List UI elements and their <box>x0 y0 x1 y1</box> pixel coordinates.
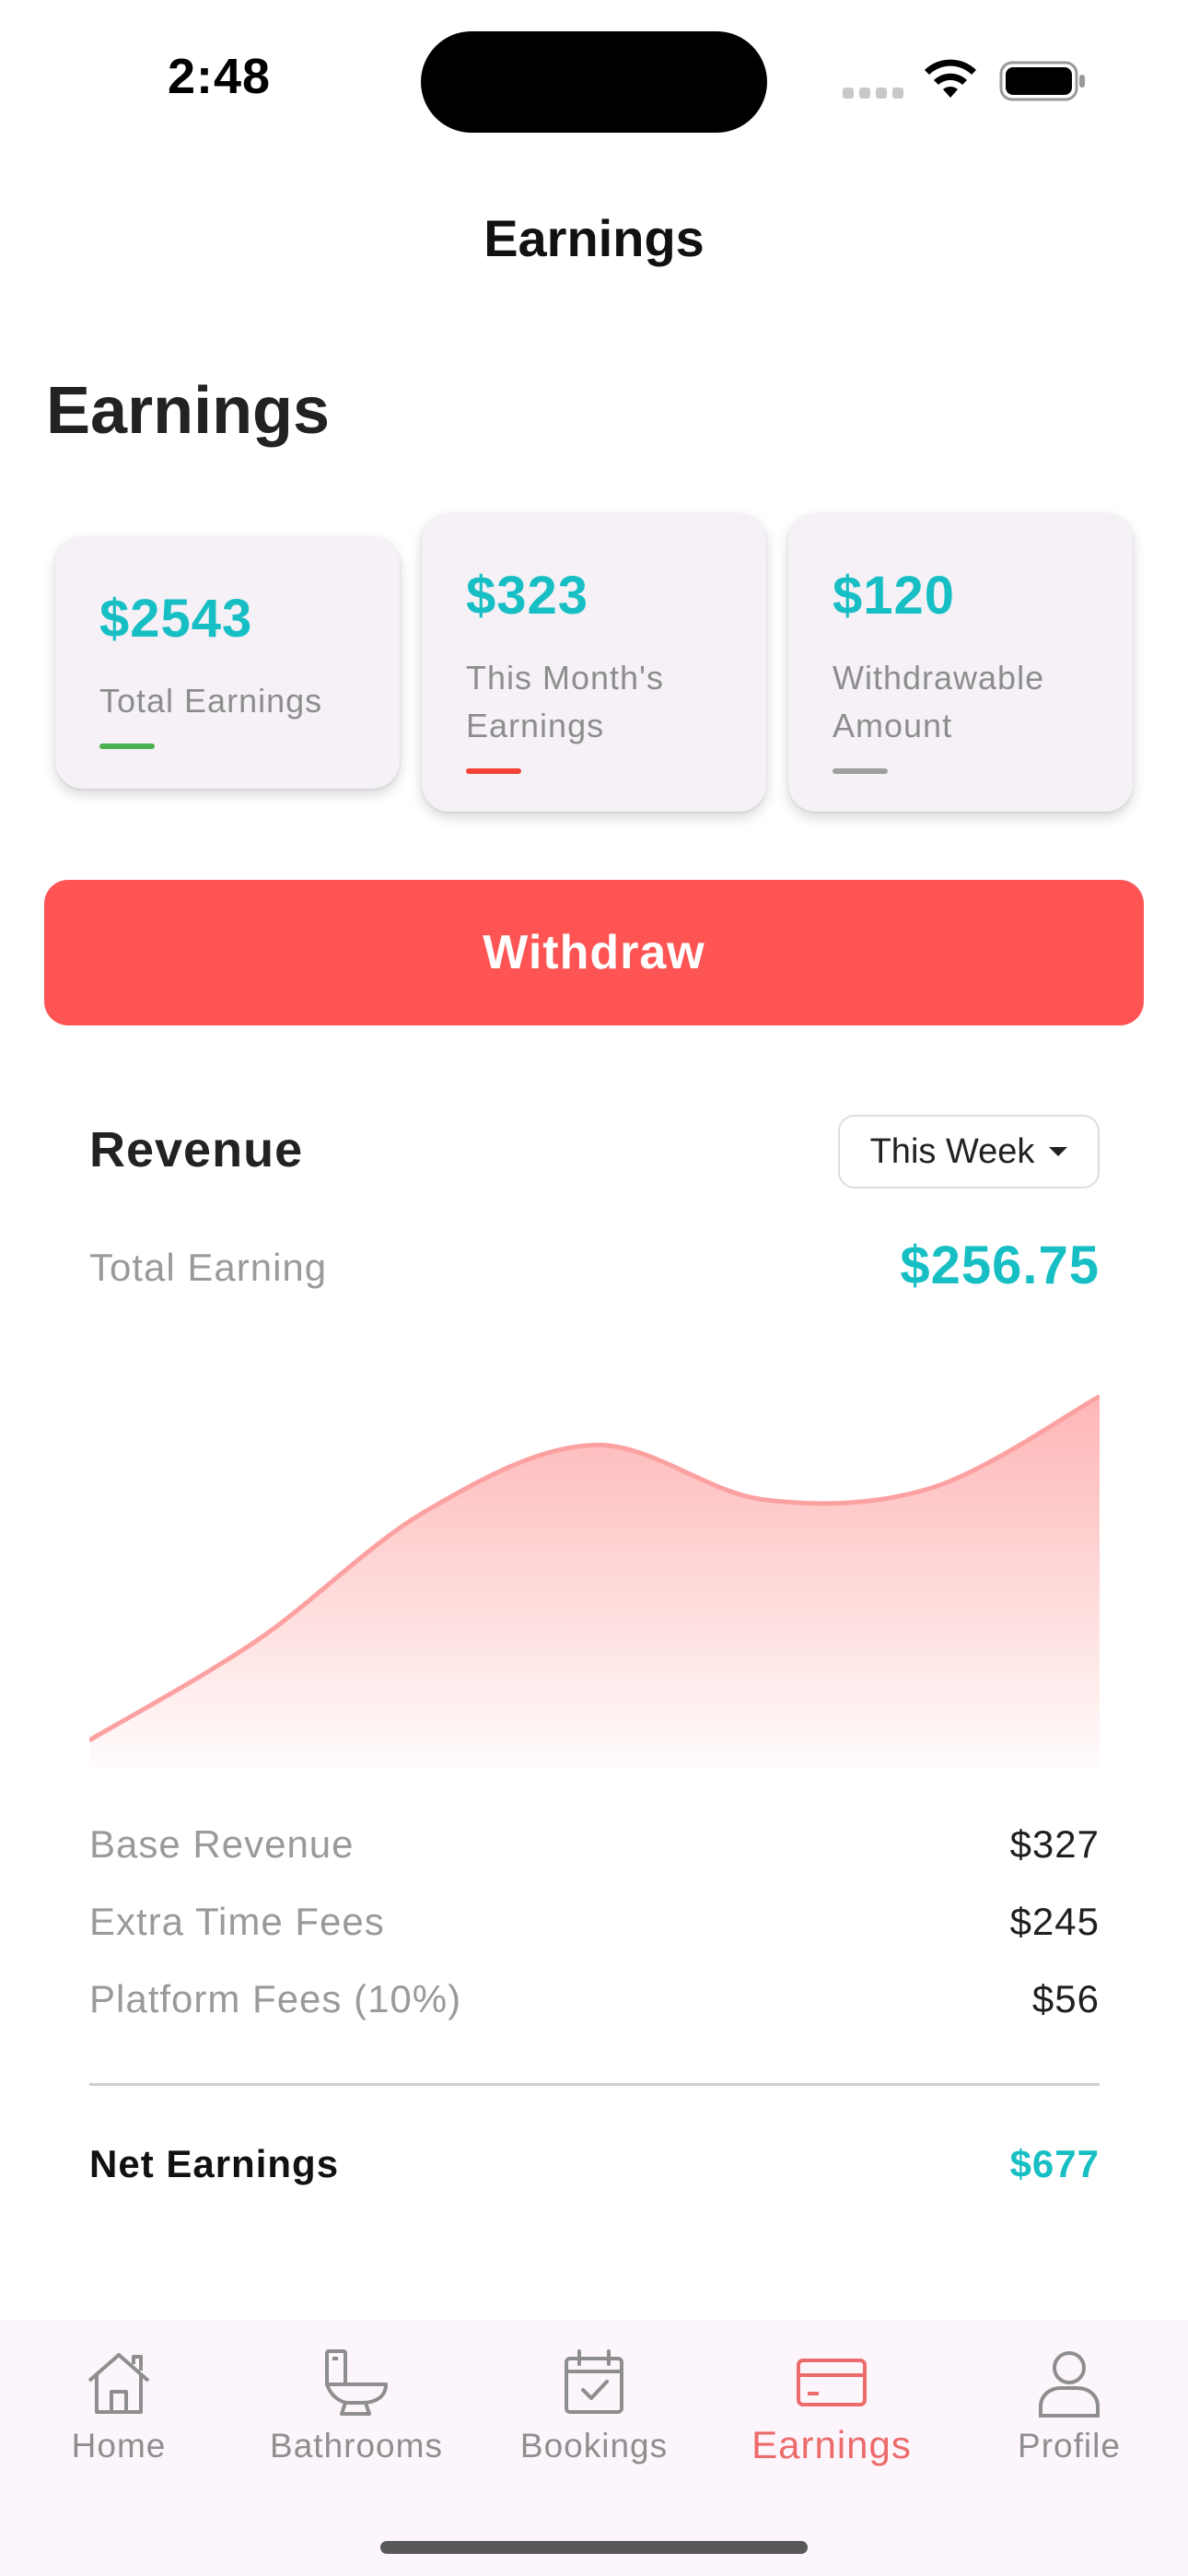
monthly-earnings-card: $323 This Month's Earnings <box>422 513 766 812</box>
breakdown-label: Extra Time Fees <box>89 1900 385 1943</box>
total-earnings-card: $2543 Total Earnings <box>55 536 400 789</box>
tab-earnings[interactable]: Earnings <box>713 2320 950 2504</box>
withdrawable-amount-card: $120 Withdrawable Amount <box>788 513 1133 812</box>
period-dropdown-value: This Week <box>869 1131 1035 1171</box>
revenue-area-chart <box>89 1394 1100 1769</box>
card-accent-bar <box>466 768 521 774</box>
card-amount: $323 <box>466 566 589 626</box>
credit-card-icon <box>795 2346 868 2419</box>
tab-label: Bathrooms <box>270 2427 443 2465</box>
earnings-screen: 2:48 Earnings Earnings $2543 Total Earni… <box>0 0 1188 2576</box>
revenue-title: Revenue <box>89 1122 304 1177</box>
breakdown-value: $245 <box>1009 1900 1100 1943</box>
total-earning-value: $256.75 <box>900 1235 1100 1295</box>
tab-label: Home <box>71 2427 167 2465</box>
battery-icon <box>999 61 1085 101</box>
withdraw-button[interactable]: Withdraw <box>44 880 1144 1025</box>
breakdown-row-base-revenue: Base Revenue $327 <box>89 1822 1100 1867</box>
tab-label: Profile <box>1018 2427 1121 2465</box>
net-earnings-row: Net Earnings $677 <box>89 2142 1100 2186</box>
dynamic-island <box>421 31 767 133</box>
breakdown-row-extra-time-fees: Extra Time Fees $245 <box>89 1900 1100 1944</box>
tab-bookings[interactable]: Bookings <box>475 2320 713 2504</box>
card-accent-bar <box>833 768 888 774</box>
divider <box>89 2083 1100 2086</box>
tab-bathrooms[interactable]: Bathrooms <box>238 2320 475 2504</box>
home-icon <box>84 2346 154 2419</box>
tab-home[interactable]: Home <box>0 2320 238 2504</box>
breakdown-label: Base Revenue <box>89 1822 355 1866</box>
tab-label: Earnings <box>751 2423 912 2466</box>
breakdown-label: Platform Fees (10%) <box>89 1977 462 2020</box>
home-indicator <box>380 2541 808 2554</box>
card-accent-bar <box>99 744 155 749</box>
cellular-signal-icon <box>843 88 903 99</box>
person-icon <box>1037 2346 1101 2419</box>
card-amount: $120 <box>833 566 956 626</box>
toilet-icon <box>321 2346 391 2419</box>
nav-title: Earnings <box>483 209 705 267</box>
breakdown-value: $56 <box>1031 1977 1100 2020</box>
caret-down-icon <box>1049 1147 1068 1156</box>
total-earning-label: Total Earning <box>89 1246 328 1289</box>
net-earnings-label: Net Earnings <box>89 2142 340 2185</box>
revenue-area-fill <box>89 1396 1100 1769</box>
card-amount: $2543 <box>99 589 253 649</box>
bottom-tab-bar: Home Bathrooms Bookings Earnings Profile <box>0 2320 1188 2576</box>
calendar-check-icon <box>559 2346 629 2419</box>
breakdown-value: $327 <box>1009 1822 1100 1866</box>
status-time: 2:48 <box>168 49 272 104</box>
net-earnings-value: $677 <box>1009 2142 1100 2185</box>
page-title: Earnings <box>46 374 331 448</box>
breakdown-row-platform-fees: Platform Fees (10%) $56 <box>89 1977 1100 2021</box>
tab-label: Bookings <box>519 2427 669 2465</box>
tab-profile[interactable]: Profile <box>950 2320 1188 2504</box>
card-label: Total Earnings <box>99 682 323 720</box>
card-label: Withdrawable Amount <box>833 659 1045 744</box>
wifi-icon <box>925 59 976 98</box>
card-label: This Month's Earnings <box>466 659 664 744</box>
period-dropdown[interactable]: This Week <box>838 1115 1100 1188</box>
